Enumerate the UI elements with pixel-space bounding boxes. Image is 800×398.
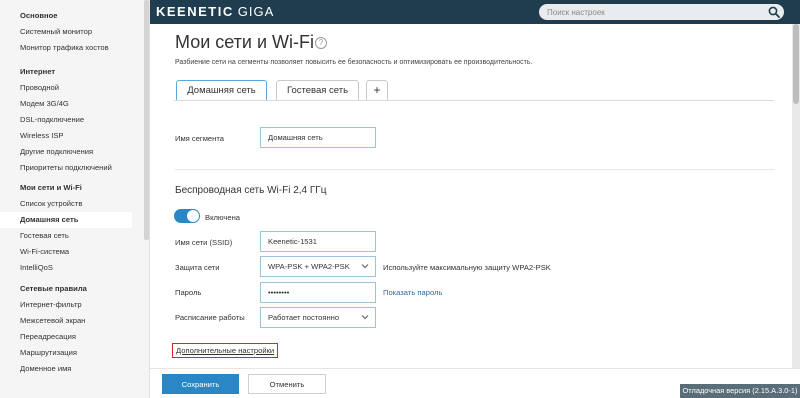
sidebar-item-home-network[interactable]: Домашняя сеть xyxy=(0,212,132,228)
logo-brand: KEENETIC xyxy=(156,4,234,19)
save-button[interactable]: Сохранить xyxy=(162,374,239,394)
sidebar-item-system-monitor[interactable]: Системный монитор xyxy=(0,24,144,40)
tabs-divider xyxy=(174,100,774,101)
segment-name-input[interactable] xyxy=(260,127,376,148)
sidebar-item-routing[interactable]: Маршрутизация xyxy=(0,345,144,361)
password-label: Пароль xyxy=(175,288,202,297)
top-header: KEENETIC GIGA xyxy=(150,0,800,24)
ssid-label: Имя сети (SSID) xyxy=(175,238,233,247)
main-scrollbar[interactable] xyxy=(792,24,800,368)
advanced-settings-link[interactable]: Дополнительные настройки xyxy=(172,343,279,358)
sidebar-item-firewall[interactable]: Межсетевой экран xyxy=(0,313,144,329)
password-input[interactable] xyxy=(260,282,376,303)
cancel-button[interactable]: Отменить xyxy=(248,374,326,394)
section-divider xyxy=(175,169,775,170)
sidebar-scrollbar[interactable] xyxy=(144,0,149,240)
toggle-knob xyxy=(187,210,199,222)
security-label: Защита сети xyxy=(175,263,220,272)
wifi-enabled-label: Включена xyxy=(205,213,241,222)
security-select[interactable]: WPA-PSK + WPA2-PSK xyxy=(260,256,376,277)
security-select-value: WPA-PSK + WPA2-PSK xyxy=(268,262,350,271)
scrollbar-thumb[interactable] xyxy=(793,24,799,104)
sidebar-item-dsl[interactable]: DSL-подключение xyxy=(0,112,144,128)
security-hint: Используйте максимальную защиту WPA2-PSK xyxy=(383,263,551,272)
sidebar-item-connection-priorities[interactable]: Приоритеты подключений xyxy=(0,160,144,176)
version-badge: Отладочная версия (2.15.A.3.0-1) xyxy=(680,384,800,398)
show-password-link[interactable]: Показать пароль xyxy=(383,288,442,297)
sidebar-item-modem[interactable]: Модем 3G/4G xyxy=(0,96,144,112)
sidebar-item-domain-name[interactable]: Доменное имя xyxy=(0,361,144,377)
sidebar-item-guest-network[interactable]: Гостевая сеть xyxy=(0,228,144,244)
sidebar-group-basic: Основное Системный монитор Монитор трафи… xyxy=(0,10,144,56)
main-panel: Мои сети и Wi-Fi ? Разбиение сети на сег… xyxy=(150,24,792,368)
sidebar-item-forwarding[interactable]: Переадресация xyxy=(0,329,144,345)
schedule-select-value: Работает постоянно xyxy=(268,313,340,322)
search-icon[interactable] xyxy=(768,6,780,18)
sidebar-group-internet: Интернет Проводной Модем 3G/4G DSL-подкл… xyxy=(0,66,144,176)
sidebar: Основное Системный монитор Монитор трафи… xyxy=(0,0,150,398)
sidebar-group-title: Сетевые правила xyxy=(20,284,87,293)
ssid-input[interactable] xyxy=(260,231,376,252)
sidebar-item-devices[interactable]: Список устройств xyxy=(0,196,144,212)
search-box xyxy=(539,4,784,20)
add-segment-tab[interactable]: + xyxy=(366,80,388,101)
sidebar-item-host-traffic[interactable]: Монитор трафика хостов xyxy=(0,40,144,56)
schedule-label: Расписание работы xyxy=(175,313,245,322)
page-title: Мои сети и Wi-Fi xyxy=(175,32,315,52)
search-input[interactable] xyxy=(547,4,757,20)
tab-guest-network[interactable]: Гостевая сеть xyxy=(276,80,359,101)
tab-home-network[interactable]: Домашняя сеть xyxy=(176,80,267,101)
sidebar-group-title: Мои сети и Wi-Fi xyxy=(20,183,82,192)
sidebar-item-internet-filter[interactable]: Интернет-фильтр xyxy=(0,297,144,313)
sidebar-item-wired[interactable]: Проводной xyxy=(0,80,144,96)
sidebar-group-title: Основное xyxy=(20,11,58,20)
keenetic-logo: KEENETIC GIGA xyxy=(156,4,274,20)
sidebar-group-title: Интернет xyxy=(20,67,56,76)
sidebar-item-wifi-system[interactable]: Wi-Fi-система xyxy=(0,244,144,260)
sidebar-item-other-connections[interactable]: Другие подключения xyxy=(0,144,144,160)
logo-model: GIGA xyxy=(237,4,275,19)
sidebar-group-networks: Мои сети и Wi-Fi Список устройств Домашн… xyxy=(0,182,144,276)
sidebar-item-intelliqos[interactable]: IntelliQoS xyxy=(0,260,144,276)
page-description: Разбиение сети на сегменты позволяет пов… xyxy=(175,59,533,66)
wifi-enabled-toggle[interactable] xyxy=(174,209,200,223)
sidebar-item-wisp[interactable]: Wireless ISP xyxy=(0,128,144,144)
wifi-section-title: Беспроводная сеть Wi-Fi 2,4 ГГц xyxy=(175,185,327,196)
schedule-select[interactable]: Работает постоянно xyxy=(260,307,376,328)
chevron-down-icon xyxy=(361,315,369,320)
chevron-down-icon xyxy=(361,264,369,269)
segment-name-label: Имя сегмента xyxy=(175,134,224,143)
sidebar-group-rules: Сетевые правила Интернет-фильтр Межсетев… xyxy=(0,283,144,377)
help-icon[interactable]: ? xyxy=(315,37,327,49)
